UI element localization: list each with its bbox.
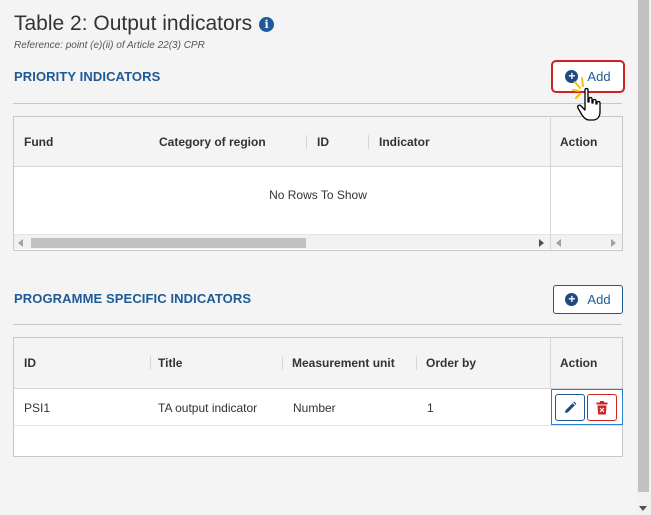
- pinned-column-divider: [550, 338, 551, 389]
- reference-note: Reference: point (e)(ii) of Article 22(3…: [14, 40, 205, 51]
- col-separator: [150, 356, 151, 370]
- priority-indicators-title: PRIORITY INDICATORS: [14, 69, 161, 84]
- scroll-right-icon[interactable]: [539, 239, 544, 247]
- page-title: Table 2: Output indicators i: [14, 12, 275, 36]
- cell-order-by: 1: [427, 401, 434, 415]
- col-header-id[interactable]: ID: [317, 135, 329, 149]
- add-programme-specific-indicator-label: Add: [587, 292, 611, 307]
- col-header-id[interactable]: ID: [24, 356, 36, 370]
- scroll-left-icon[interactable]: [556, 239, 561, 247]
- col-separator: [306, 135, 307, 149]
- col-header-order-by[interactable]: Order by: [426, 356, 476, 370]
- programme-grid-header: ID Title Measurement unit Order by Actio…: [14, 338, 622, 389]
- priority-indicators-grid: Fund Category of region ID Indicator Act…: [13, 116, 623, 251]
- row-action-cell: [551, 389, 623, 425]
- col-header-action[interactable]: Action: [560, 135, 597, 149]
- col-header-fund[interactable]: Fund: [24, 135, 53, 149]
- info-icon[interactable]: i: [259, 16, 275, 32]
- col-separator: [368, 135, 369, 149]
- col-header-measurement-unit[interactable]: Measurement unit: [292, 356, 395, 370]
- programme-specific-indicators-grid: ID Title Measurement unit Order by Actio…: [13, 337, 623, 457]
- pinned-hscroll[interactable]: [551, 234, 622, 249]
- row-divider: [14, 425, 622, 426]
- pinned-column-divider: [550, 117, 551, 250]
- priority-divider: [13, 103, 622, 104]
- add-programme-specific-indicator-button[interactable]: + Add: [553, 285, 623, 314]
- scroll-left-icon[interactable]: [18, 239, 23, 247]
- page-scrollbar[interactable]: [636, 0, 651, 515]
- col-header-title[interactable]: Title: [158, 356, 182, 370]
- col-header-action[interactable]: Action: [560, 356, 597, 370]
- scroll-right-icon[interactable]: [611, 239, 616, 247]
- edit-button[interactable]: [555, 394, 585, 421]
- page-scrollbar-thumb[interactable]: [638, 0, 649, 492]
- priority-grid-hscroll[interactable]: [14, 234, 550, 249]
- priority-grid-header: Fund Category of region ID Indicator Act…: [14, 117, 622, 167]
- hand-pointer-icon: [572, 77, 601, 121]
- plus-circle-icon: +: [565, 293, 579, 306]
- page-title-text: Table 2: Output indicators: [14, 12, 253, 35]
- cell-id: PSI1: [24, 401, 51, 415]
- programme-divider: [13, 324, 622, 325]
- cell-title: TA output indicator: [158, 401, 258, 415]
- delete-button[interactable]: [587, 394, 617, 421]
- no-rows-message: No Rows To Show: [269, 188, 367, 202]
- priority-grid-hscroll-thumb[interactable]: [31, 238, 306, 248]
- trash-icon: [596, 400, 608, 414]
- col-header-indicator[interactable]: Indicator: [379, 135, 430, 149]
- col-header-category-of-region[interactable]: Category of region: [159, 135, 266, 149]
- pencil-icon: [565, 401, 577, 413]
- programme-specific-indicators-title: PROGRAMME SPECIFIC INDICATORS: [14, 291, 252, 306]
- cell-measurement-unit: Number: [293, 401, 336, 415]
- col-separator: [282, 356, 283, 370]
- col-separator: [416, 356, 417, 370]
- scroll-down-arrow-icon[interactable]: [639, 506, 647, 511]
